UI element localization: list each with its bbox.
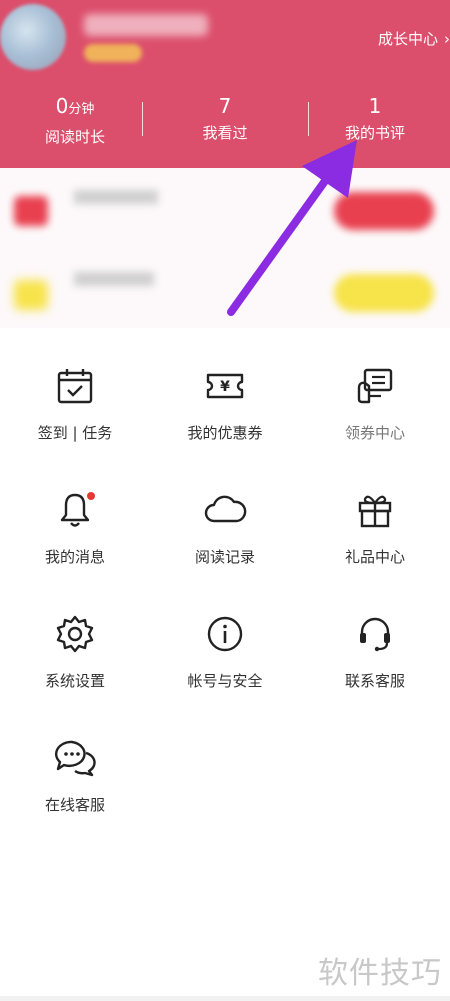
- chat-bubbles-icon: [55, 740, 96, 777]
- menu-item-label: 在线客服: [44, 796, 105, 814]
- promo-area-blurred: [0, 168, 450, 328]
- menu-item-my-messages[interactable]: 我的消息: [0, 490, 150, 590]
- cloud-icon: [204, 495, 247, 523]
- stat-label: 我的书评: [344, 124, 405, 142]
- coupon-center-icon: [357, 368, 393, 404]
- menu-item-label: 我的消息: [44, 548, 105, 566]
- menu-item-label: 阅读记录: [194, 548, 255, 566]
- headset-icon: [360, 617, 390, 652]
- menu-item-online-support[interactable]: 在线客服: [0, 738, 150, 838]
- promo-button-blurred[interactable]: [334, 192, 434, 230]
- gift-icon: [358, 495, 392, 528]
- stat-viewed[interactable]: 7 我看过: [150, 94, 300, 147]
- profile-header: 成长中心 › 0分钟 阅读时长 7 我看过 1 我的书评: [0, 0, 450, 168]
- username-blurred: [84, 14, 208, 36]
- stat-my-reviews[interactable]: 1 我的书评: [300, 94, 450, 147]
- menu-item-label: 签到 | 任务: [37, 424, 113, 442]
- promo-button-blurred[interactable]: [334, 274, 434, 312]
- menu-item-label: 领券中心: [344, 424, 405, 442]
- menu-item-label: 我的优惠券: [187, 424, 263, 442]
- avatar[interactable]: [0, 4, 66, 70]
- menu-item-my-coupons[interactable]: ¥ 我的优惠券: [150, 366, 300, 466]
- stat-value: 7: [218, 94, 232, 118]
- svg-text:¥: ¥: [220, 379, 230, 395]
- menu-item-system-settings[interactable]: 系统设置: [0, 614, 150, 714]
- stat-divider: [308, 102, 309, 136]
- promo-icon-blurred: [14, 280, 48, 310]
- stat-label: 我看过: [202, 124, 248, 142]
- calendar-check-icon: [57, 369, 93, 404]
- stat-value: 0: [55, 94, 69, 118]
- menu-item-label: 系统设置: [44, 672, 105, 690]
- menu-item-label: 帐号与安全: [187, 672, 263, 690]
- promo-text-blurred: [74, 190, 158, 204]
- unread-badge: [87, 492, 95, 500]
- yuan-ticket-icon: ¥: [206, 373, 244, 399]
- menu-item-label: 联系客服: [344, 672, 405, 690]
- menu-item-checkin-tasks[interactable]: 签到 | 任务: [0, 366, 150, 466]
- stat-label: 阅读时长: [44, 128, 105, 146]
- chevron-right-icon: ›: [444, 30, 450, 48]
- menu-item-label: 礼品中心: [344, 548, 405, 566]
- growth-center-label: 成长中心: [377, 30, 438, 48]
- stat-value: 1: [368, 94, 382, 118]
- menu-item-contact-support[interactable]: 联系客服: [300, 614, 450, 714]
- promo-text-blurred: [74, 272, 154, 286]
- stat-divider: [142, 102, 143, 136]
- menu-item-reading-history[interactable]: 阅读记录: [150, 490, 300, 590]
- growth-center-link[interactable]: 成长中心 ›: [378, 28, 450, 49]
- stats-row: 0分钟 阅读时长 7 我看过 1 我的书评: [0, 94, 450, 147]
- menu-item-coupon-center[interactable]: 领券中心: [300, 366, 450, 466]
- info-icon: [207, 616, 243, 652]
- watermark: 软件技巧: [318, 956, 442, 991]
- menu-item-account-security[interactable]: 帐号与安全: [150, 614, 300, 714]
- bottom-nav-edge: [0, 996, 450, 1001]
- stat-reading-time[interactable]: 0分钟 阅读时长: [0, 94, 150, 147]
- menu-item-gift-center[interactable]: 礼品中心: [300, 490, 450, 590]
- promo-icon-blurred: [14, 196, 48, 226]
- gear-icon: [56, 615, 94, 653]
- stat-unit: 分钟: [68, 102, 95, 117]
- vip-badge-blurred: [84, 44, 142, 62]
